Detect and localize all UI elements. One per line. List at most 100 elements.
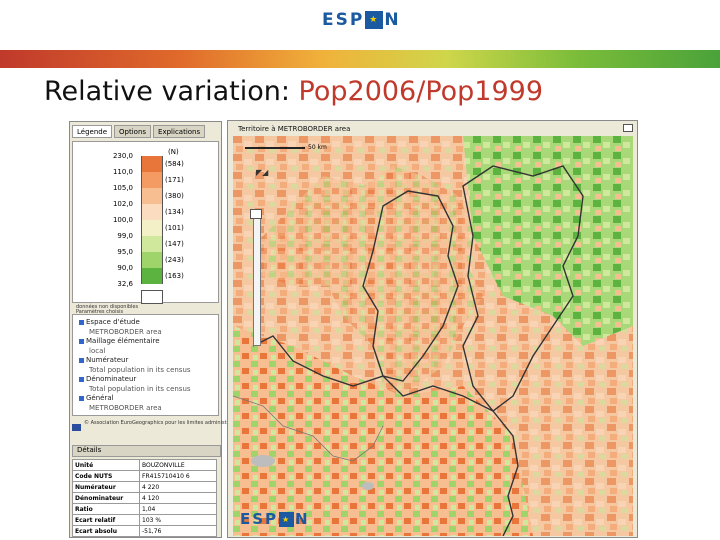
detail-key: Ecart absolu [72,525,140,537]
legend-box: (N) 230,0 (584) 110,0 (171) 105,0 (380) 102,0 (… [72,141,219,304]
table-row: Unité BOUZONVILLE [72,459,217,471]
details-header[interactable]: Détails [72,445,221,457]
legend-panel: Légende Options Explications (N) 230,0 (5… [69,121,244,538]
slide-title: Relative variation: Pop2006/Pop1999 [44,76,544,107]
detail-value: 4 220 [139,481,217,493]
detail-key: Code NUTS [72,470,140,482]
legend-threshold: 95,0 [117,248,133,256]
table-row: Dénominateur 4 120 [72,492,217,504]
no-data-swatch [141,290,163,304]
tree-label: local [89,346,106,355]
legend-count: (380) [165,192,184,200]
tree-value[interactable]: local [89,347,105,355]
title-highlight: Pop2006/Pop1999 [298,76,544,107]
detail-key: Ecart relatif [72,514,140,526]
detail-value: 103 % [139,514,217,526]
eu-flag-icon [72,424,81,431]
bullet-icon [79,357,84,363]
legend-swatch [141,220,163,236]
choropleth-map[interactable] [233,136,633,536]
detail-key: Unité [72,459,140,471]
tree-parameter: Numérateur [79,356,128,364]
legend-swatch [141,268,163,284]
detail-key: Dénominateur [72,492,140,504]
tree-label: Dénominateur [86,375,137,383]
legend-count: (584) [165,160,184,168]
table-row: Numérateur 4 220 [72,481,217,493]
eu-stars-icon: ★ [279,512,295,527]
espon-logo-footer: ESP ★ N [240,510,310,528]
detail-value: FR415710410 6 [139,470,217,482]
panel-tabs: Légende Options Explications [72,125,207,138]
tree-label: METROBORDER area [89,327,162,336]
table-row: Code NUTS FR415710410 6 [72,470,217,482]
parameter-tree: Espace d'étude METROBORDER area Maillage é… [72,314,219,416]
detail-key: Numérateur [72,481,140,493]
espon-logo: ESP ★ N [322,10,401,30]
scale-bar [245,147,305,149]
detail-value: BOUZONVILLE [139,459,217,471]
legend-swatch [141,252,163,268]
tree-parameter: Maillage élémentaire [79,337,160,345]
legend-threshold: 105,0 [112,184,133,192]
tree-value[interactable]: METROBORDER area [89,328,162,336]
tree-parameter: Dénominateur [79,375,136,383]
legend-threshold: 100,0 [112,216,133,224]
tab-options[interactable]: Options [114,125,152,138]
minimize-icon[interactable] [623,124,633,132]
eu-stars-icon: ★ [365,11,384,29]
tree-value[interactable]: Total population in its census [89,366,191,374]
table-row: Ecart relatif 103 % [72,514,217,526]
legend-count: (101) [165,224,184,232]
detail-value: 1,04 [139,503,217,515]
tree-value[interactable]: METROBORDER area [89,404,162,412]
zoom-slider[interactable] [253,214,261,346]
legend-threshold: 230,0 [112,152,133,160]
tree-label: METROBORDER area [89,403,162,412]
map-window-title: Territoire à METROBORDER area [238,125,351,133]
legend-count: (171) [165,176,184,184]
tree-label: Total population in its census [89,365,191,374]
detail-key: Ratio [72,503,140,515]
legend-swatch [141,236,163,252]
legend-count: (134) [165,208,184,216]
tree-label: Total population in its census [89,384,191,393]
legend-threshold: 102,0 [112,200,133,208]
legend-count: (243) [165,256,184,264]
tree-label: Espace d'étude [86,318,140,326]
legend-threshold: 32,6 [117,280,133,288]
legend-threshold: 110,0 [112,168,133,176]
legend-threshold: 90,0 [117,264,133,272]
table-row: Ratio 1,04 [72,503,217,515]
legend-swatch [141,204,163,220]
tree-label: Numérateur [86,356,129,364]
legend-swatch [141,156,163,172]
detail-value: 4 120 [139,492,217,504]
bullet-icon [79,319,84,325]
decorative-map-band [0,50,720,68]
tree-value[interactable]: Total population in its census [89,385,191,393]
bullet-icon [79,395,84,401]
zoom-slider-thumb[interactable] [250,209,262,219]
slide-header: ESP ★ N [0,0,720,50]
tree-label: Maillage élémentaire [86,337,160,345]
detail-value: -51,76 [139,525,217,537]
table-row: Ecart absolu -51,76 [72,525,217,537]
tab-explanations[interactable]: Explications [153,125,206,138]
tree-label: Général [86,394,114,402]
tab-legend[interactable]: Légende [72,125,113,138]
details-table: Unité BOUZONVILLE Code NUTS FR415710410 6 Nu… [72,459,217,537]
legend-unit: (N) [168,148,179,156]
legend-count: (147) [165,240,184,248]
bullet-icon [79,338,84,344]
scale-label: 50 km [308,144,327,151]
legend-swatch [141,188,163,204]
legend-threshold: 99,0 [117,232,133,240]
map-canvas [233,136,633,536]
map-navigation-icon[interactable]: ◤◢ [256,168,268,177]
bullet-icon [79,376,84,382]
source-note: © Association EuroGeographics pour les l… [84,420,244,426]
slide-margin-right [690,68,720,540]
slide-margin-left [0,118,30,540]
tree-parameter: Général [79,394,114,402]
